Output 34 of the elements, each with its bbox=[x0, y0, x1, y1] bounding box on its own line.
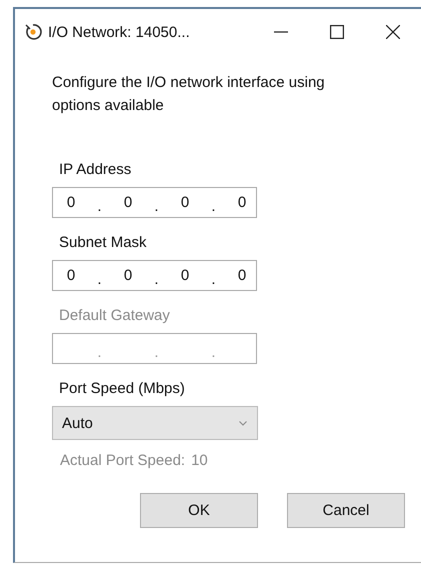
close-icon bbox=[386, 25, 400, 39]
ip-address-field[interactable]: 0 . 0 . 0 . 0 bbox=[52, 187, 257, 218]
description-text: Configure the I/O network interface using options available bbox=[52, 73, 326, 116]
octet-value: 0 bbox=[238, 267, 246, 284]
octet-value: 0 bbox=[180, 267, 190, 284]
octet-separator: . bbox=[210, 271, 217, 290]
actual-speed-value: 10 bbox=[191, 452, 208, 469]
window-title: I/O Network: 14050... bbox=[48, 24, 190, 40]
dialog-button[interactable]: Cancel bbox=[287, 493, 405, 528]
field-label: Default Gateway bbox=[59, 307, 171, 326]
ip-address-field[interactable]: 0 . 0 . 0 . 0 bbox=[52, 260, 257, 291]
octet-separator: . bbox=[96, 271, 103, 290]
maximize-icon bbox=[330, 25, 344, 39]
app-icon bbox=[24, 23, 42, 41]
octet-value: 0 bbox=[124, 267, 132, 284]
octet-separator: . bbox=[153, 271, 160, 290]
actual-speed-label: Actual Port Speed: bbox=[60, 452, 186, 469]
octet-separator: . bbox=[153, 198, 160, 217]
port-speed-dropdown[interactable]: Auto bbox=[52, 406, 258, 440]
octet-separator: . bbox=[96, 344, 103, 363]
octet-value: 0 bbox=[66, 267, 76, 284]
octet-separator: . bbox=[96, 198, 103, 217]
chevron-down-icon bbox=[239, 420, 247, 426]
octet-separator: . bbox=[210, 344, 217, 363]
field-label: IP Address bbox=[59, 161, 132, 180]
octet-value: 0 bbox=[238, 194, 246, 211]
dialog-button[interactable]: OK bbox=[140, 493, 258, 528]
octet-value: 0 bbox=[180, 194, 190, 211]
field-label: Port Speed (Mbps) bbox=[59, 380, 186, 399]
octet-separator: . bbox=[153, 344, 160, 363]
octet-value: 0 bbox=[66, 194, 76, 211]
octet-value: 0 bbox=[124, 194, 132, 211]
field-label: Subnet Mask bbox=[59, 234, 148, 253]
octet-separator: . bbox=[210, 198, 217, 217]
